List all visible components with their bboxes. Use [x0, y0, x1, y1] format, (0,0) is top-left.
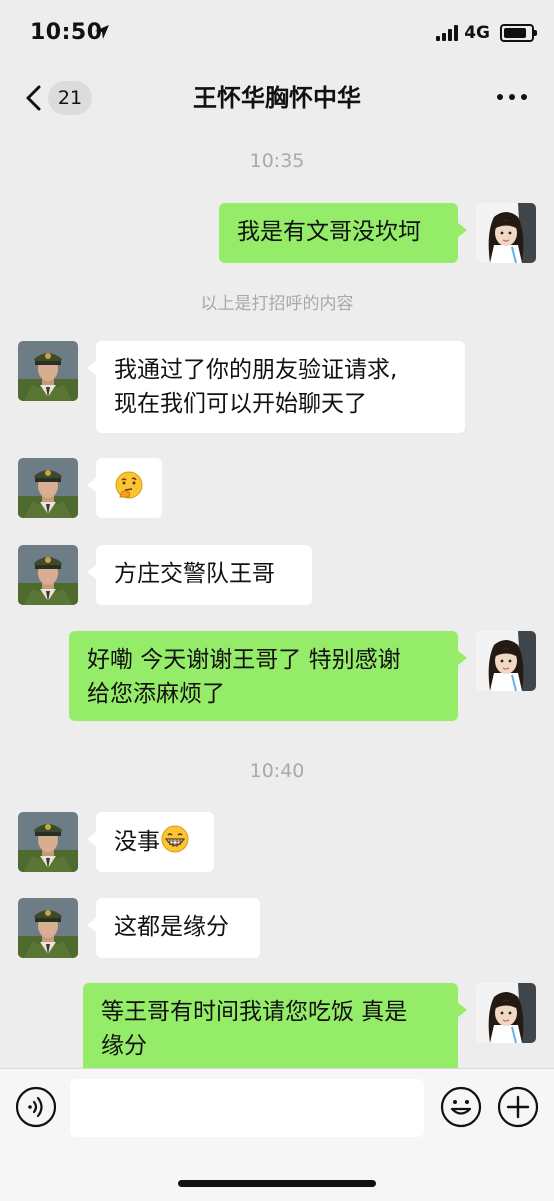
home-indicator — [178, 1180, 376, 1187]
message-text: 这都是缘分 — [114, 914, 229, 940]
my-avatar[interactable] — [476, 983, 536, 1043]
status-bar: 10:50 4G — [0, 0, 554, 64]
status-indicators: 4G — [436, 22, 537, 44]
message-text-line: 好嘞 今天谢谢王哥了 特别感谢 — [87, 647, 401, 673]
unread-count-badge[interactable]: 21 — [48, 81, 92, 115]
input-bar — [0, 1068, 554, 1201]
message-text: 方庄交警队王哥 — [114, 561, 275, 587]
signal-icon — [436, 25, 459, 41]
message-text: 我是有文哥没坎坷 — [237, 219, 421, 245]
voice-input-icon[interactable] — [15, 1086, 57, 1128]
message-text-line: 等王哥有时间我请您吃饭 真是 — [101, 999, 408, 1025]
message-timestamp: 10:35 — [249, 150, 305, 172]
message-bubble-sent[interactable]: 好嘞 今天谢谢王哥了 特别感谢 给您添麻烦了 — [69, 631, 467, 721]
message-bubble-received[interactable]: 方庄交警队王哥 — [87, 545, 312, 605]
message-text-line: 给您添麻烦了 — [87, 681, 225, 707]
grinning-face-icon — [161, 825, 189, 853]
contact-avatar[interactable] — [18, 898, 78, 958]
status-time: 10:50 — [30, 20, 103, 45]
message-text-line: 我通过了你的朋友验证请求, — [114, 357, 398, 383]
network-type: 4G — [464, 23, 490, 43]
my-avatar[interactable] — [476, 631, 536, 691]
message-bubble-received[interactable]: 这都是缘分 — [87, 898, 260, 958]
message-text: 没事 — [114, 829, 160, 855]
plus-icon[interactable] — [497, 1086, 539, 1128]
message-bubble-received[interactable]: 我通过了你的朋友验证请求, 现在我们可以开始聊天了 — [87, 341, 465, 433]
contact-avatar[interactable] — [18, 812, 78, 872]
contact-avatar[interactable] — [18, 545, 78, 605]
system-notice: 以上是打招呼的内容 — [200, 294, 354, 314]
message-bubble-received[interactable] — [87, 458, 162, 518]
chat-header: 王怀华胸怀中华 21 — [0, 70, 554, 126]
contact-avatar[interactable] — [18, 341, 78, 401]
message-bubble-sent[interactable]: 等王哥有时间我请您吃饭 真是 缘分 — [83, 983, 467, 1073]
message-timestamp: 10:40 — [249, 760, 305, 782]
emoji-icon[interactable] — [440, 1086, 482, 1128]
location-arrow-icon — [95, 25, 109, 39]
my-avatar[interactable] — [476, 203, 536, 263]
message-text-line: 缘分 — [101, 1033, 147, 1059]
message-input[interactable] — [70, 1079, 424, 1137]
message-text-line: 现在我们可以开始聊天了 — [114, 391, 367, 417]
message-bubble-received[interactable]: 没事 — [87, 812, 214, 872]
battery-icon — [500, 24, 537, 42]
thinking-face-icon — [115, 471, 143, 499]
more-options-icon[interactable] — [497, 94, 527, 102]
contact-avatar[interactable] — [18, 458, 78, 518]
back-arrow-icon[interactable] — [20, 82, 50, 114]
message-bubble-sent[interactable]: 我是有文哥没坎坷 — [219, 203, 467, 263]
